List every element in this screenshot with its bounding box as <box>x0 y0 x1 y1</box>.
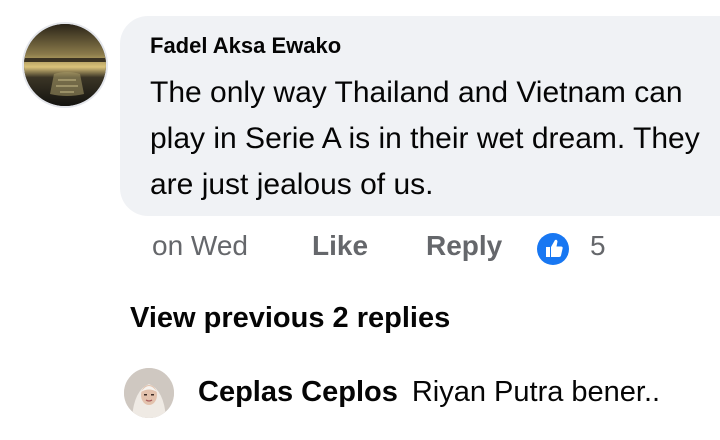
reply-snippet: Riyan Putra bener.. <box>411 376 661 408</box>
reaction-count[interactable]: 5 <box>590 230 606 262</box>
comment-author-name[interactable]: Fadel Aksa Ewako <box>150 33 341 59</box>
view-previous-replies-link[interactable]: View previous 2 replies <box>130 302 450 335</box>
reply-button[interactable]: Reply <box>426 230 502 262</box>
reply-author-avatar[interactable] <box>124 368 174 418</box>
comment-timestamp[interactable]: on Wed <box>152 230 248 262</box>
sunset-water-avatar-image <box>24 24 106 106</box>
commenter-avatar[interactable] <box>22 22 108 108</box>
latest-reply-preview[interactable]: Ceplas Ceplos Riyan Putra bener.. <box>198 376 720 409</box>
comment-text: The only way Thailand and Vietnam can pl… <box>150 76 700 201</box>
like-button[interactable]: Like <box>312 230 368 262</box>
reply-author-name[interactable]: Ceplas Ceplos <box>198 376 398 408</box>
person-hijab-avatar-image <box>124 368 174 418</box>
thumbs-up-icon[interactable] <box>536 232 570 266</box>
